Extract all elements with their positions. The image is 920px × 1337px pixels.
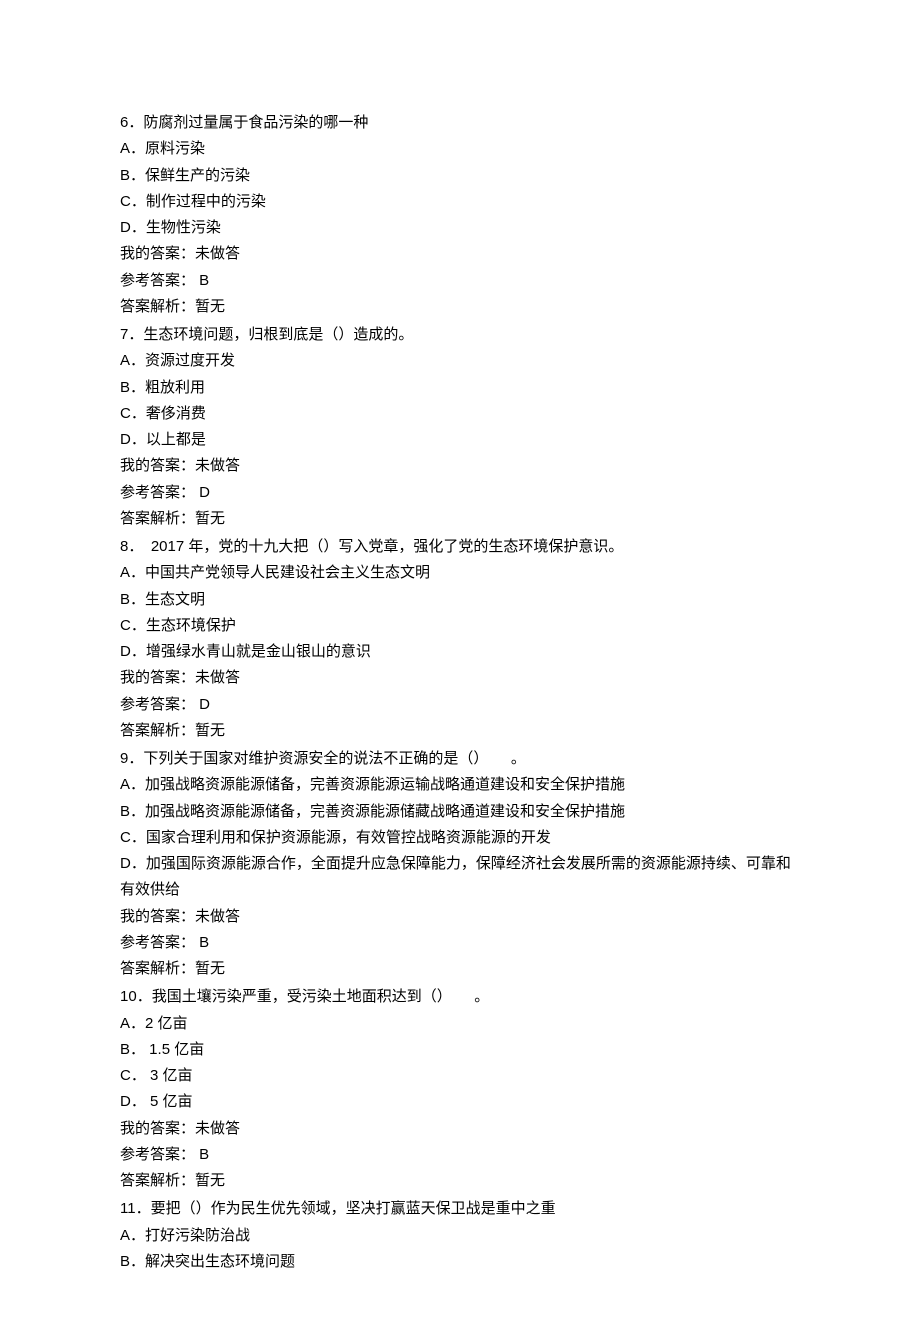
option-a: A．中国共产党领导人民建设社会主义生态文明 (120, 560, 800, 586)
option-b: B．解决突出生态环境问题 (120, 1249, 800, 1275)
option-b: B．粗放利用 (120, 375, 800, 401)
option-c: C．国家合理利用和保护资源能源，有效管控战略资源能源的开发 (120, 825, 800, 851)
option-d: D．加强国际资源能源合作，全面提升应急保障能力，保障经济社会发展所需的资源能源持… (120, 851, 800, 904)
option-c: C．奢侈消费 (120, 401, 800, 427)
reference-answer: 参考答案： D (120, 480, 800, 506)
option-a: A．2 亿亩 (120, 1011, 800, 1037)
question-text: 6．防腐剂过量属于食品污染的哪一种 (120, 110, 800, 136)
option-b: B． 1.5 亿亩 (120, 1037, 800, 1063)
question-9: 9．下列关于国家对维护资源安全的说法不正确的是（） 。 A．加强战略资源能源储备… (120, 746, 800, 982)
question-7: 7．生态环境问题，归根到底是（）造成的。 A．资源过度开发 B．粗放利用 C．奢… (120, 322, 800, 532)
answer-explanation: 答案解析：暂无 (120, 506, 800, 532)
option-b: B．加强战略资源能源储备，完善资源能源储藏战略通道建设和安全保护措施 (120, 799, 800, 825)
my-answer: 我的答案：未做答 (120, 665, 800, 691)
my-answer: 我的答案：未做答 (120, 241, 800, 267)
question-text: 9．下列关于国家对维护资源安全的说法不正确的是（） 。 (120, 746, 800, 772)
reference-answer: 参考答案： B (120, 1142, 800, 1168)
answer-explanation: 答案解析：暂无 (120, 1168, 800, 1194)
option-c: C．生态环境保护 (120, 613, 800, 639)
option-d: D．增强绿水青山就是金山银山的意识 (120, 639, 800, 665)
document-page: 6．防腐剂过量属于食品污染的哪一种 A．原料污染 B．保鲜生产的污染 C．制作过… (0, 0, 920, 1337)
my-answer: 我的答案：未做答 (120, 1116, 800, 1142)
question-text: 11．要把（）作为民生优先领域，坚决打赢蓝天保卫战是重中之重 (120, 1196, 800, 1222)
option-b: B．保鲜生产的污染 (120, 163, 800, 189)
answer-explanation: 答案解析：暂无 (120, 956, 800, 982)
question-text: 7．生态环境问题，归根到底是（）造成的。 (120, 322, 800, 348)
question-text: 10．我国土壤污染严重，受污染土地面积达到（） 。 (120, 984, 800, 1010)
option-d: D．以上都是 (120, 427, 800, 453)
option-b: B．生态文明 (120, 587, 800, 613)
option-a: A．原料污染 (120, 136, 800, 162)
option-a: A．资源过度开发 (120, 348, 800, 374)
option-d: D．生物性污染 (120, 215, 800, 241)
reference-answer: 参考答案： B (120, 268, 800, 294)
question-8: 8． 2017 年，党的十九大把（）写入党章，强化了党的生态环境保护意识。 A．… (120, 534, 800, 744)
option-c: C．制作过程中的污染 (120, 189, 800, 215)
question-6: 6．防腐剂过量属于食品污染的哪一种 A．原料污染 B．保鲜生产的污染 C．制作过… (120, 110, 800, 320)
reference-answer: 参考答案： B (120, 930, 800, 956)
option-a: A．加强战略资源能源储备，完善资源能源运输战略通道建设和安全保护措施 (120, 772, 800, 798)
reference-answer: 参考答案： D (120, 692, 800, 718)
answer-explanation: 答案解析：暂无 (120, 718, 800, 744)
option-d: D． 5 亿亩 (120, 1089, 800, 1115)
question-text: 8． 2017 年，党的十九大把（）写入党章，强化了党的生态环境保护意识。 (120, 534, 800, 560)
answer-explanation: 答案解析：暂无 (120, 294, 800, 320)
my-answer: 我的答案：未做答 (120, 453, 800, 479)
question-10: 10．我国土壤污染严重，受污染土地面积达到（） 。 A．2 亿亩 B． 1.5 … (120, 984, 800, 1194)
my-answer: 我的答案：未做答 (120, 904, 800, 930)
option-c: C． 3 亿亩 (120, 1063, 800, 1089)
question-11: 11．要把（）作为民生优先领域，坚决打赢蓝天保卫战是重中之重 A．打好污染防治战… (120, 1196, 800, 1275)
option-a: A．打好污染防治战 (120, 1223, 800, 1249)
